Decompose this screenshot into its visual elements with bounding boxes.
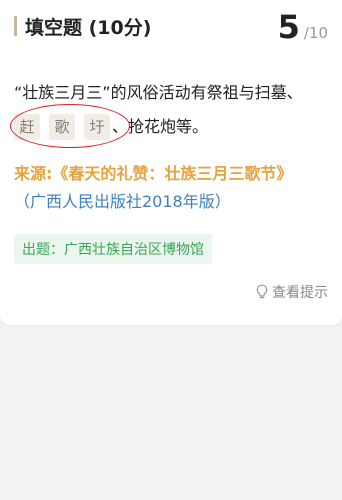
question-line-2: 赶 歌 圩 、抢花炮等。 — [14, 110, 334, 144]
question-header: 填空题 (10分) — [14, 12, 151, 40]
current-question-number: 5 — [277, 8, 300, 46]
answer-blank-3[interactable]: 圩 — [84, 114, 110, 140]
question-source: 来源:《春天的礼赞：壮族三月三歌节》 （广西人民出版社2018年版） — [14, 160, 334, 216]
answer-blank-2[interactable]: 歌 — [49, 114, 75, 140]
question-line-1: “壮族三月三”的风俗活动有祭祖与扫墓、 — [14, 83, 303, 102]
question-counter: 5 /10 — [278, 8, 328, 46]
total-question-count: /10 — [303, 24, 328, 42]
setter-text: 出题：广西壮族自治区博物馆 — [22, 242, 204, 258]
question-setter-badge: 出题：广西壮族自治区博物馆 — [14, 234, 212, 264]
answer-blank-1[interactable]: 赶 — [14, 114, 40, 140]
source-publisher: （广西人民出版社2018年版） — [14, 192, 231, 211]
view-hint-button[interactable]: 查看提示 — [255, 282, 328, 302]
question-type-title: 填空题 (10分) — [25, 16, 152, 39]
header-accent-bar — [14, 16, 17, 36]
view-hint-label: 查看提示 — [272, 285, 328, 301]
source-title: 来源:《春天的礼赞：壮族三月三歌节》 — [14, 164, 293, 183]
question-line-2-suffix: 、抢花炮等。 — [112, 117, 209, 136]
question-card: 填空题 (10分) 5 /10 “壮族三月三”的风俗活动有祭祖与扫墓、 赶 歌 … — [0, 0, 342, 325]
lightbulb-icon — [256, 284, 268, 299]
question-text: “壮族三月三”的风俗活动有祭祖与扫墓、 赶 歌 圩 、抢花炮等。 — [10, 76, 334, 148]
